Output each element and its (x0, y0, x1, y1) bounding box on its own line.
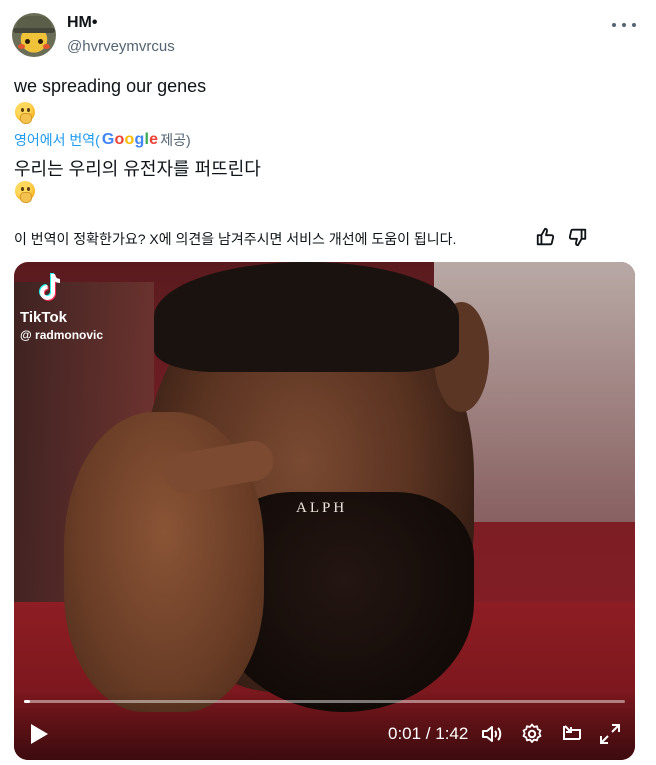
more-options-icon[interactable] (612, 16, 636, 34)
video-progress-fill (24, 700, 30, 703)
provider-suffix: 제공) (160, 132, 191, 148)
tiktok-label: TikTok (20, 309, 67, 326)
video-progress-bar[interactable] (24, 700, 625, 703)
avatar-eye (38, 39, 43, 44)
video-watermark: ALPH (296, 500, 348, 516)
player-hair (154, 262, 459, 372)
tiktok-username: @ radmonovic (20, 328, 104, 342)
shushing-face-emoji (14, 180, 36, 203)
video-time: 0:01 / 1:42 (388, 724, 469, 743)
thumbs-up-icon[interactable] (535, 226, 557, 248)
video-player[interactable]: TikTok @ radmonovic ALPH 0:01 / 1:42 (14, 262, 635, 760)
tweet-text: we spreading our genes (14, 76, 207, 96)
translated-from-label: 영어에서 번역( (14, 132, 100, 148)
translated-text: 우리는 우리의 유전자를 퍼뜨린다 (14, 159, 261, 179)
thumbs-down-icon[interactable] (566, 226, 588, 248)
settings-icon[interactable] (520, 722, 544, 746)
avatar-cheek (43, 44, 50, 49)
translation-feedback-text: 이 번역이 정확한가요? X에 의견을 남겨주시면 서비스 개선에 도움이 됩니… (14, 231, 457, 247)
fullscreen-icon[interactable] (598, 722, 622, 746)
hat-brim (13, 28, 55, 33)
user-name[interactable]: HM• (67, 14, 97, 32)
shushing-face-emoji (14, 101, 36, 124)
play-icon[interactable] (28, 722, 50, 746)
google-logo: Google (101, 131, 159, 148)
avatar-eye (25, 39, 30, 44)
volume-icon[interactable] (480, 722, 504, 746)
tiktok-logo-icon (39, 273, 61, 301)
avatar[interactable] (12, 13, 56, 57)
user-handle[interactable]: @hvrveymvrcus (67, 38, 175, 55)
translated-from-link[interactable]: 영어에서 번역( Google 제공) (14, 130, 191, 150)
avatar-cheek (18, 44, 25, 49)
pip-icon[interactable] (560, 722, 584, 746)
